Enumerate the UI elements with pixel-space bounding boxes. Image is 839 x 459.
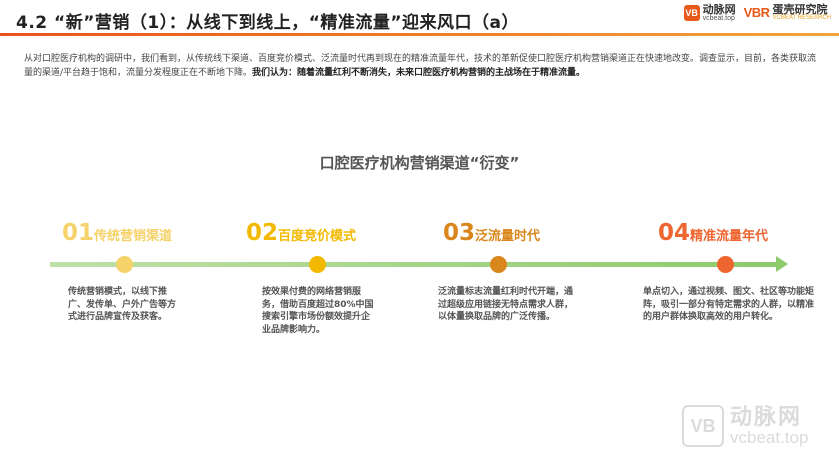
- stage-heading-4: 04 精准流量年代: [658, 220, 768, 246]
- stage-number: 03: [443, 220, 476, 246]
- stage-dot-2: [309, 256, 326, 273]
- intro-conclusion: 我们认为：随着流量红利不断消失，未来口腔医疗机构营销的主战场在于精准流量。: [252, 68, 586, 78]
- stage-heading-2: 02 百度竞价模式: [246, 220, 356, 246]
- stage-heading-3: 03 泛流量时代: [443, 220, 540, 246]
- vcbeat-logo-name: 动脉网: [702, 3, 736, 16]
- vbr-logo-icon: VBR: [743, 5, 770, 20]
- stage-number: 04: [658, 220, 691, 246]
- timeline-title: 口腔医疗机构营销渠道“衍变”: [319, 154, 520, 172]
- stage-label: 传统营销渠道: [94, 229, 173, 244]
- vbr-logo: VBR 蛋壳研究院 VCBEAT RESEARCH: [744, 4, 831, 21]
- page-title: 4.2 “新”营销（1）：从线下到线上，“精准流量”迎来风口（a）: [16, 13, 520, 33]
- stage-heading-1: 01 传统营销渠道: [62, 220, 172, 246]
- vbr-logo-name: 蛋壳研究院: [772, 3, 828, 16]
- stage-dot-4: [717, 256, 734, 273]
- stage-dot-1: [116, 256, 133, 273]
- watermark-name: 动脉网: [730, 404, 803, 430]
- stage-label: 百度竞价模式: [278, 229, 357, 244]
- intro-paragraph: 从对口腔医疗机构的调研中，我们看到，从传统线下渠道、百度竞价模式、泛流量时代再到…: [24, 52, 824, 80]
- stage-number: 02: [246, 220, 279, 246]
- stage-label: 泛流量时代: [475, 229, 541, 244]
- timeline-arrow-icon: [776, 256, 788, 272]
- stage-description-3: 泛流量标志流量红利时代开端，通过超级应用链接无特点需求人群，以体量换取品牌的广泛…: [438, 287, 574, 322]
- stage-description-1: 传统营销模式，以线下推广、发传单、户外广告等方式进行品牌宣传及获客。: [68, 287, 177, 322]
- watermark: VB 动脉网 vcbeat.top: [682, 405, 808, 447]
- vb-logo-icon: VB: [683, 5, 700, 21]
- timeline-axis: [50, 262, 778, 267]
- stage-label: 精准流量年代: [690, 229, 769, 244]
- header-divider: [0, 33, 839, 36]
- vbr-logo-sub: VCBEAT RESEARCH: [772, 15, 831, 21]
- header-logos: VB 动脉网 vcbeat.top VBR 蛋壳研究院 VCBEAT RESEA…: [683, 3, 831, 22]
- vcbeat-logo: VB 动脉网 vcbeat.top: [683, 3, 736, 22]
- stage-dot-3: [490, 256, 507, 273]
- vcbeat-logo-url: vcbeat.top: [702, 15, 735, 22]
- stage-number: 01: [62, 220, 95, 246]
- watermark-logo-icon: VB: [682, 405, 724, 447]
- stage-description-4: 单点切入，通过视频、图文、社区等功能矩阵，吸引一部分有特定需求的人群，以精准的用…: [643, 287, 815, 322]
- stage-description-2: 按效果付费的网络营销服务，借助百度超过80%中国搜索引擎市场份额效提升企业品牌影…: [262, 287, 374, 335]
- watermark-url: vcbeat.top: [730, 427, 809, 447]
